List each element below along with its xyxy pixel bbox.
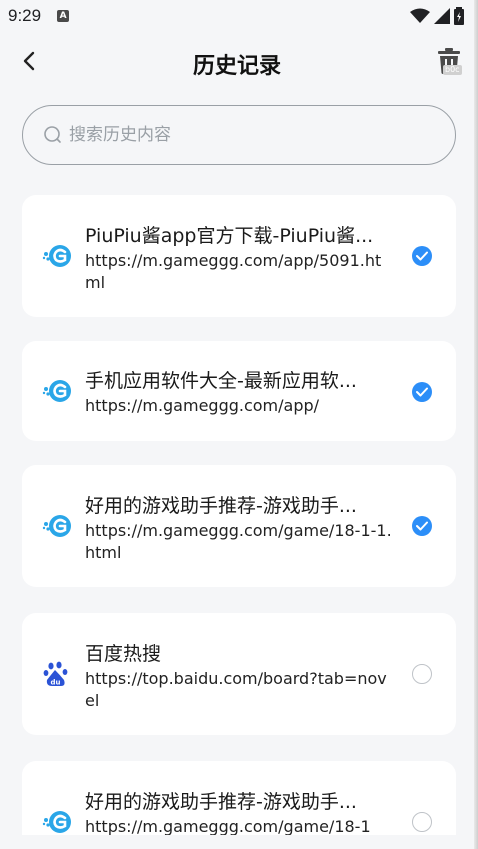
selected-check-icon[interactable] [412, 246, 432, 266]
header: 历史记录 b0c [0, 32, 474, 92]
notification-icon: A [57, 10, 70, 22]
history-item-title: 好用的游戏助手推荐-游戏助手... [85, 791, 357, 813]
history-item[interactable]: du 百度热搜 https://top.baidu.com/board?tab=… [22, 613, 456, 735]
page-title: 历史记录 [192, 54, 281, 79]
history-item-url: https://m.gameggg.com/app/5091.html [85, 251, 382, 292]
search-input[interactable] [69, 125, 409, 145]
status-icons [410, 7, 464, 25]
unselected-check-icon[interactable] [412, 664, 432, 684]
svg-text:du: du [51, 679, 61, 687]
history-list: PiuPiu酱app官方下载-PiuPiu酱... https://m.game… [22, 195, 456, 835]
baidu-paw-icon: du [43, 661, 68, 687]
history-item[interactable]: 好用的游戏助手推荐-游戏助手... https://m.gameggg.com/… [22, 465, 456, 587]
history-item-url: https://m.gameggg.com/app/ [85, 396, 320, 415]
history-item-url: https://m.gameggg.com/game/18-1 [85, 817, 371, 835]
gameggg-logo-icon [42, 515, 71, 537]
history-item[interactable]: PiuPiu酱app官方下载-PiuPiu酱... https://m.game… [22, 195, 456, 317]
history-item-title: 好用的游戏助手推荐-游戏助手... [85, 495, 357, 517]
unselected-check-icon[interactable] [412, 812, 432, 832]
status-time: 9:29 [8, 6, 42, 25]
gameggg-logo-icon [42, 245, 71, 267]
battery-icon [454, 7, 464, 25]
status-bar: 9:29 A [0, 0, 474, 32]
history-item-title: 手机应用软件大全-最新应用软... [85, 370, 357, 392]
screen-edge [474, 0, 478, 849]
history-item-title: PiuPiu酱app官方下载-PiuPiu酱... [85, 225, 374, 247]
selected-check-icon[interactable] [412, 516, 432, 536]
search-box[interactable] [22, 105, 456, 165]
history-item-url: https://top.baidu.com/board?tab=novel [85, 669, 387, 710]
history-item[interactable]: 手机应用软件大全-最新应用软... https://m.gameggg.com/… [22, 341, 456, 441]
gameggg-logo-icon [42, 811, 71, 833]
search-icon [44, 126, 61, 143]
signal-icon [434, 8, 450, 24]
trash-badge: b0c [443, 65, 462, 75]
selected-check-icon[interactable] [412, 382, 432, 402]
history-item[interactable]: 好用的游戏助手推荐-游戏助手... https://m.gameggg.com/… [22, 761, 456, 835]
wifi-icon [410, 8, 430, 23]
gameggg-logo-icon [42, 380, 71, 402]
history-item-title: 百度热搜 [85, 643, 162, 665]
history-item-url: https://m.gameggg.com/game/18-1-1.html [85, 521, 392, 562]
